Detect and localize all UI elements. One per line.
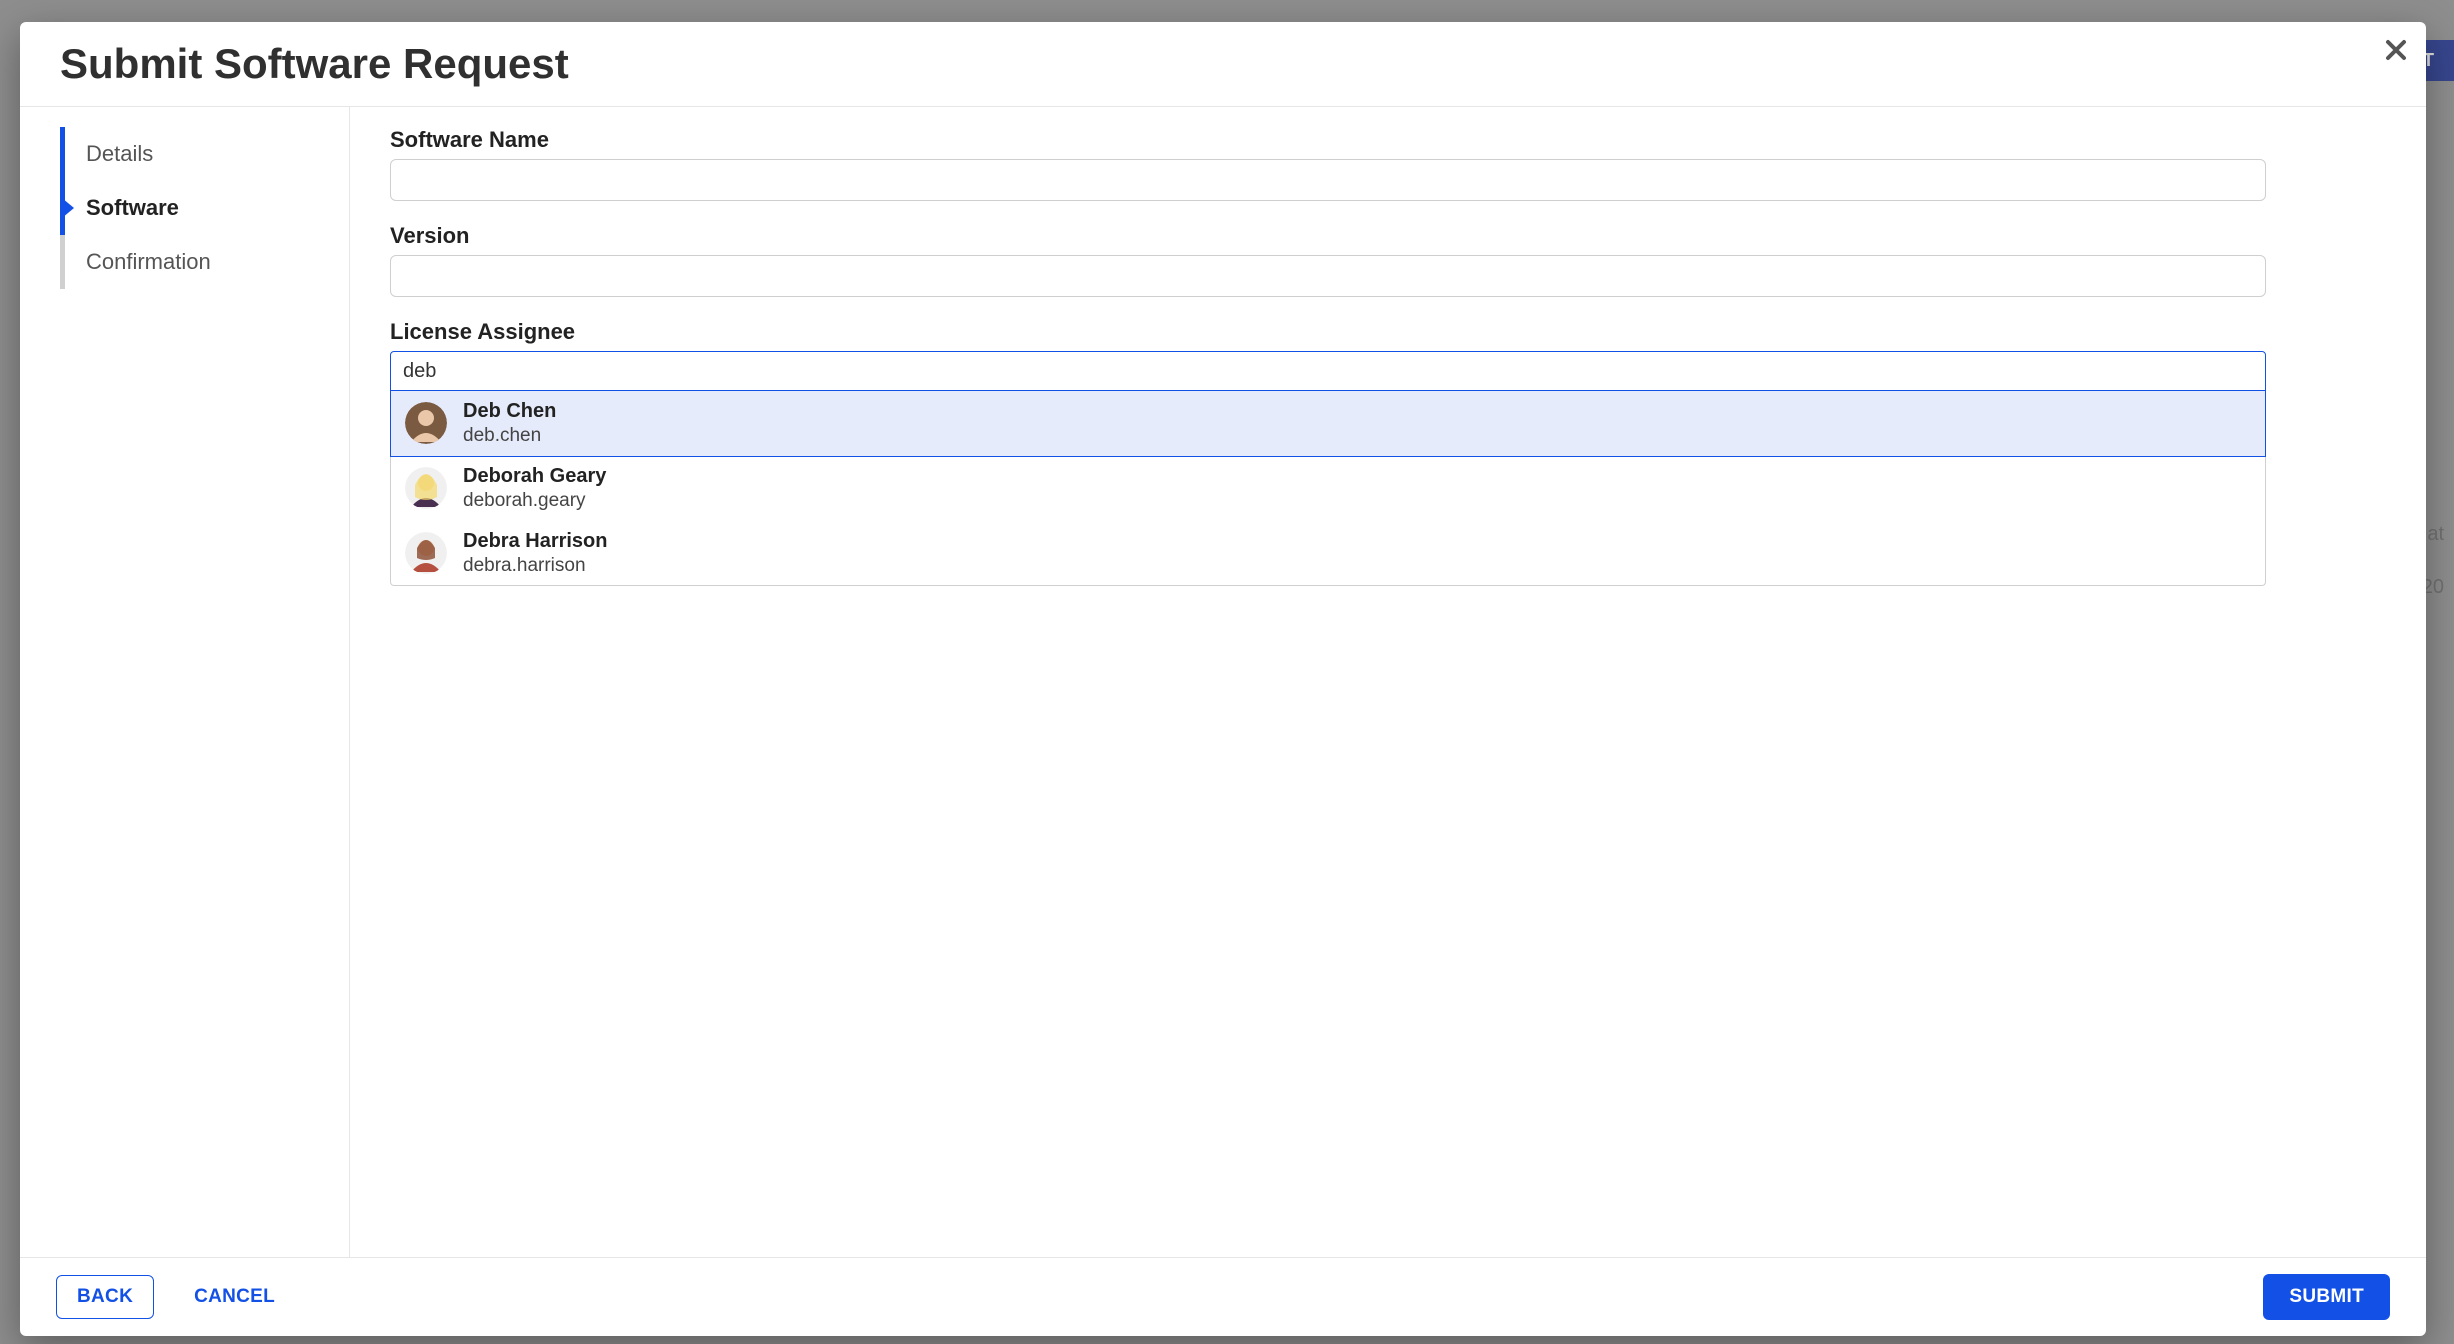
- software-name-label: Software Name: [390, 127, 2266, 153]
- modal-body: Details Software Confirmation Software N…: [20, 107, 2426, 1257]
- back-button[interactable]: BACK: [56, 1275, 154, 1319]
- assignee-dropdown: Deb Chen deb.chen Deborah Geary deborah.…: [390, 391, 2266, 586]
- license-assignee-label: License Assignee: [390, 319, 2266, 345]
- option-text: Deb Chen deb.chen: [463, 399, 556, 448]
- cancel-button[interactable]: CANCEL: [174, 1276, 295, 1318]
- modal-header: Submit Software Request: [20, 22, 2426, 107]
- step-confirmation[interactable]: Confirmation: [50, 235, 349, 289]
- close-icon: [2385, 36, 2407, 68]
- step-details[interactable]: Details: [50, 127, 349, 181]
- assignee-option[interactable]: Deborah Geary deborah.geary: [391, 456, 2265, 521]
- submit-button[interactable]: SUBMIT: [2263, 1274, 2390, 1320]
- wizard-stepper: Details Software Confirmation: [50, 107, 350, 1257]
- step-software[interactable]: Software: [50, 181, 349, 235]
- license-assignee-input[interactable]: [390, 351, 2266, 391]
- submit-software-request-modal: Submit Software Request Details Software…: [20, 22, 2426, 1336]
- modal-footer: BACK CANCEL SUBMIT: [20, 1257, 2426, 1336]
- option-name: Deb Chen: [463, 399, 556, 424]
- assignee-option[interactable]: Deb Chen deb.chen: [390, 390, 2266, 457]
- step-label: Confirmation: [86, 249, 211, 274]
- version-label: Version: [390, 223, 2266, 249]
- option-username: deborah.geary: [463, 489, 606, 513]
- step-label: Details: [86, 141, 153, 166]
- license-assignee-combobox: Deb Chen deb.chen Deborah Geary deborah.…: [390, 351, 2266, 391]
- option-username: deb.chen: [463, 424, 556, 448]
- option-name: Deborah Geary: [463, 464, 606, 489]
- version-input[interactable]: [390, 255, 2266, 297]
- form-area: Software Name Version License Assignee D…: [350, 107, 2426, 1257]
- close-button[interactable]: [2376, 32, 2416, 72]
- option-text: Deborah Geary deborah.geary: [463, 464, 606, 513]
- option-name: Debra Harrison: [463, 529, 608, 554]
- modal-title: Submit Software Request: [60, 40, 2386, 88]
- option-username: debra.harrison: [463, 554, 608, 578]
- step-label: Software: [86, 195, 179, 220]
- assignee-option[interactable]: Debra Harrison debra.harrison: [391, 521, 2265, 586]
- avatar-icon: [405, 532, 447, 574]
- avatar-icon: [405, 467, 447, 509]
- option-text: Debra Harrison debra.harrison: [463, 529, 608, 578]
- software-name-input[interactable]: [390, 159, 2266, 201]
- avatar-icon: [405, 402, 447, 444]
